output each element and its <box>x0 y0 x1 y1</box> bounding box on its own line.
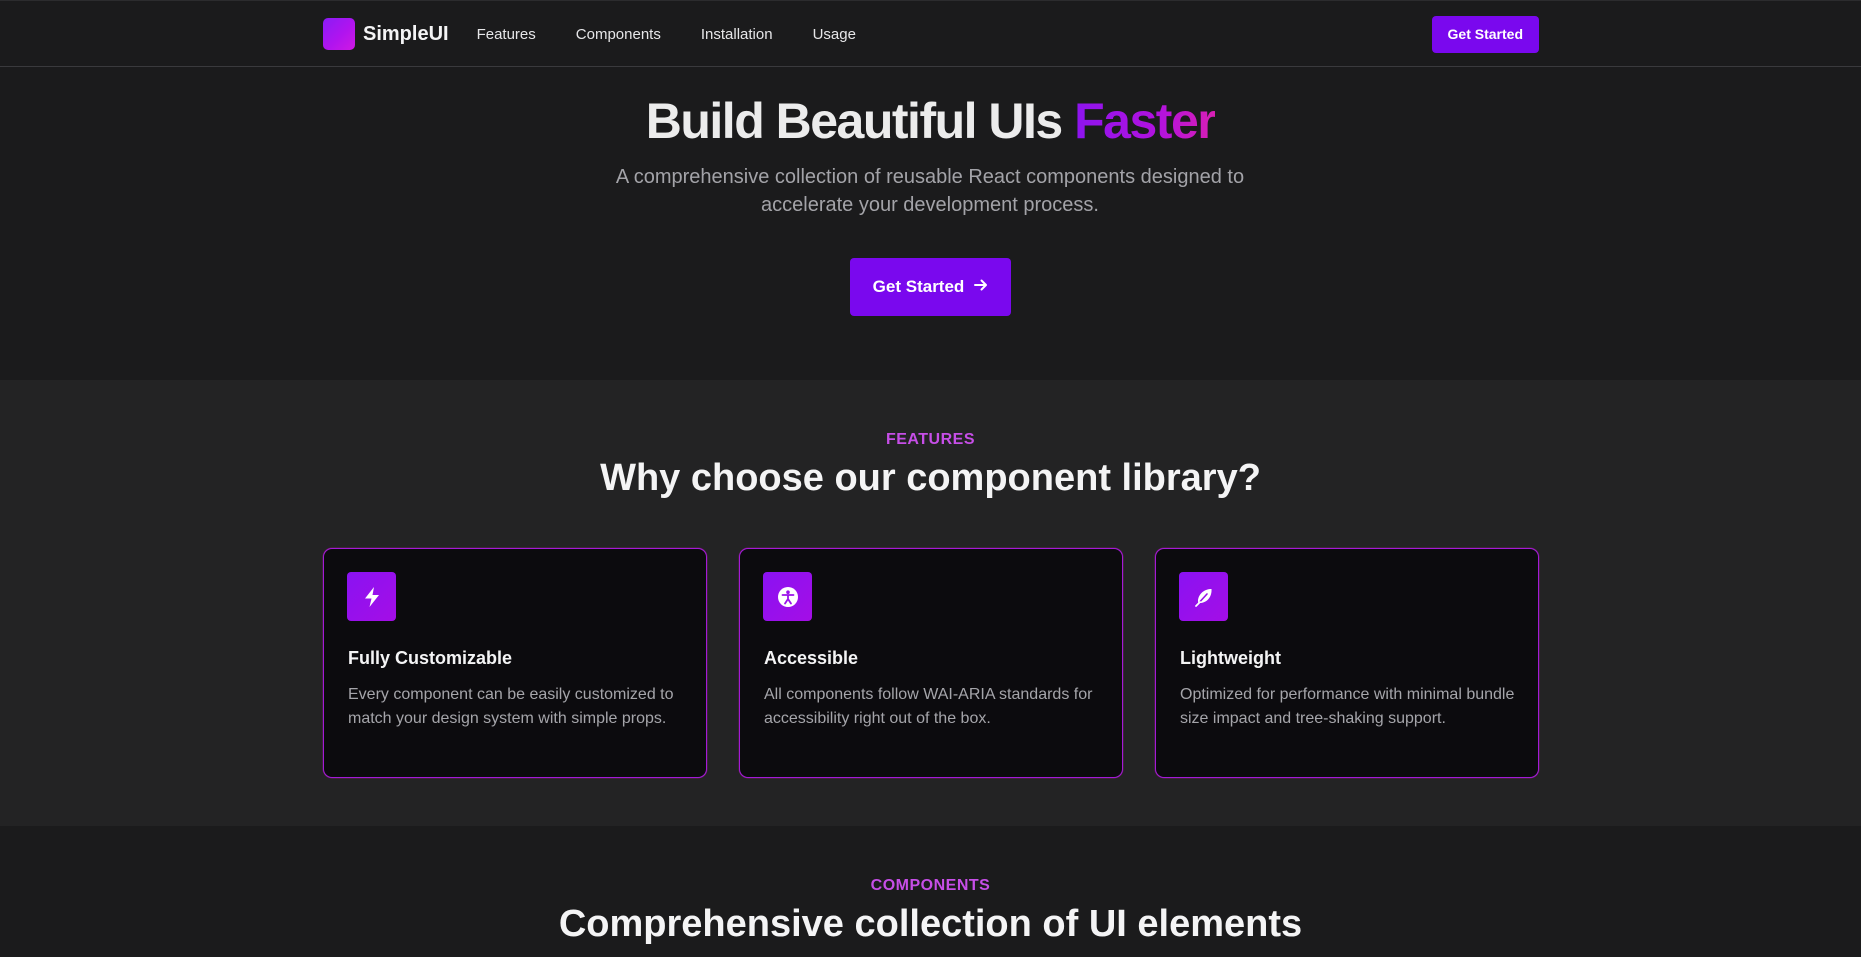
feature-card-description: All components follow WAI-ARIA standards… <box>764 686 1093 727</box>
hero-get-started-button[interactable]: Get Started <box>850 258 1011 316</box>
hero-cta-label: Get Started <box>872 277 965 296</box>
features-title: Why choose our component library? <box>600 457 1261 499</box>
hero-title: Build Beautiful UIs Faster <box>0 92 1861 150</box>
nav-link-usage[interactable]: Usage <box>813 26 856 43</box>
top-navbar: SimpleUI Features Components Installatio… <box>0 0 1861 67</box>
accessibility-icon <box>763 572 812 621</box>
logo-icon[interactable] <box>323 18 355 50</box>
components-title: Comprehensive collection of UI elements <box>558 903 1303 945</box>
navbar-content: SimpleUI Features Components Installatio… <box>323 1 1539 67</box>
nav-get-started-button[interactable]: Get Started <box>1431 15 1539 53</box>
components-eyebrow: COMPONENTS <box>870 877 991 894</box>
feature-card-title: Fully Customizable <box>348 648 513 668</box>
hero-title-main: Build Beautiful UIs <box>645 93 1063 149</box>
lightning-bolt-icon <box>347 572 396 621</box>
features-eyebrow: FEATURES <box>885 431 976 448</box>
logo-text[interactable]: SimpleUI <box>363 23 449 46</box>
feature-card-customizable: Fully Customizable Every component can b… <box>323 548 707 778</box>
feature-card-title: Accessible <box>764 648 859 668</box>
hero-title-accent: Faster <box>1074 93 1217 149</box>
feature-card-lightweight: Lightweight Optimized for performance wi… <box>1155 548 1539 778</box>
hero-subtitle: A comprehensive collection of reusable R… <box>615 166 1245 216</box>
nav-link-installation[interactable]: Installation <box>701 26 773 43</box>
arrow-right-icon <box>974 278 988 296</box>
feature-card-accessible: Accessible All components follow WAI-ARI… <box>739 548 1123 778</box>
feather-icon <box>1179 572 1228 621</box>
feature-card-description: Optimized for performance with minimal b… <box>1180 686 1515 727</box>
nav-link-features[interactable]: Features <box>477 26 536 43</box>
features-section: FEATURES Why choose our component librar… <box>0 380 1861 826</box>
feature-card-description: Every component can be easily customized… <box>348 686 674 727</box>
nav-link-components[interactable]: Components <box>576 26 661 43</box>
hero-section: Build Beautiful UIs Faster A comprehensi… <box>0 67 1861 380</box>
components-section: COMPONENTS Comprehensive collection of U… <box>0 826 1861 957</box>
feature-card-title: Lightweight <box>1180 648 1281 668</box>
